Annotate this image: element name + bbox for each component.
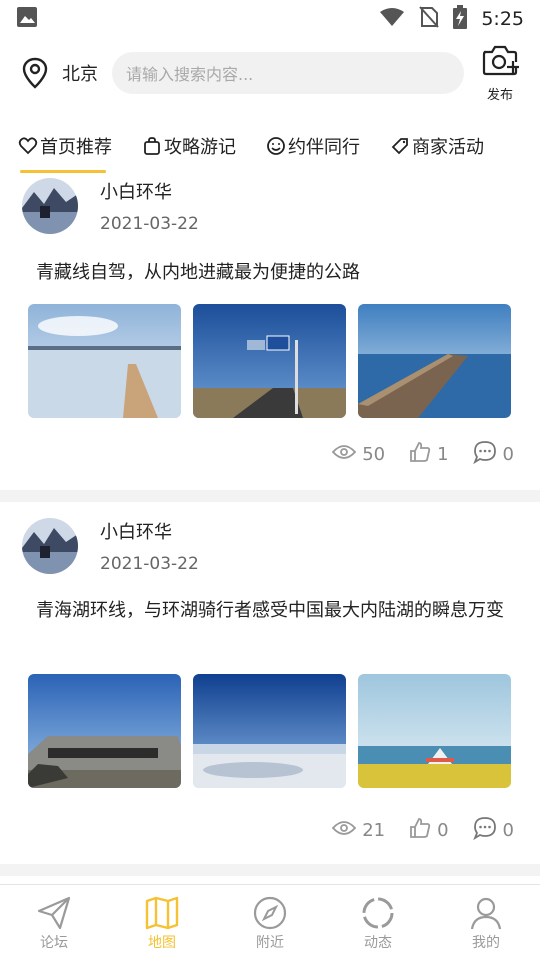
gallery-notification-icon: [16, 6, 38, 32]
post-image[interactable]: [28, 304, 181, 418]
heart-icon: [18, 136, 38, 156]
wifi-icon: [379, 7, 405, 31]
view-count-value: 50: [362, 444, 386, 465]
battery-charging-icon: [453, 5, 468, 33]
loading-ring-icon: [359, 894, 397, 932]
nav-activity[interactable]: 动态: [324, 885, 432, 960]
tab-guides[interactable]: 攻略游记: [142, 126, 236, 166]
post-feed: 小白环华 2021-03-22 青藏线自驾，从内地进藏最为便捷的公路 50 1 …: [0, 174, 540, 876]
smile-icon: [266, 136, 286, 156]
city-selector[interactable]: 北京: [62, 60, 98, 86]
comment-count-value: 0: [502, 820, 514, 841]
nav-mine[interactable]: 我的: [432, 885, 540, 960]
view-count: 50: [331, 444, 386, 465]
tag-icon: [390, 136, 410, 156]
post-separator: [0, 864, 540, 876]
like-button[interactable]: 1: [409, 441, 449, 468]
avatar[interactable]: [22, 518, 78, 574]
camera-add-icon: [480, 44, 520, 82]
bag-icon: [142, 136, 162, 156]
comment-button[interactable]: 0: [472, 816, 514, 845]
publish-label: 发布: [486, 87, 513, 103]
post-text[interactable]: 青藏线自驾，从内地进藏最为便捷的公路: [36, 258, 506, 288]
post-date: 2021-03-22: [100, 214, 199, 234]
status-bar: 5:25: [0, 0, 540, 38]
post-card[interactable]: 小白环华 2021-03-22 青海湖环线，与环湖骑行者感受中国最大内陆湖的瞬息…: [0, 502, 540, 864]
nav-forum[interactable]: 论坛: [0, 885, 108, 960]
active-tab-indicator: [20, 170, 106, 173]
post-text[interactable]: 青海湖环线，与环湖骑行者感受中国最大内陆湖的瞬息万变: [36, 596, 516, 626]
author-name[interactable]: 小白环华: [100, 518, 172, 544]
post-date: 2021-03-22: [100, 554, 199, 574]
header: 北京 请输入搜索内容... 发布: [0, 40, 540, 106]
nav-label: 地图: [148, 934, 176, 951]
nav-map[interactable]: 地图: [108, 885, 216, 960]
post-image[interactable]: [358, 674, 511, 788]
comment-button[interactable]: 0: [472, 440, 514, 469]
status-time: 5:25: [481, 8, 524, 30]
post-image[interactable]: [193, 674, 346, 788]
like-count-value: 0: [437, 820, 449, 841]
publish-button[interactable]: 发布: [478, 44, 522, 103]
tab-label: 攻略游记: [164, 137, 236, 158]
avatar[interactable]: [22, 178, 78, 234]
thumbs-up-icon: [409, 441, 431, 468]
map-icon: [143, 894, 181, 932]
search-placeholder: 请输入搜索内容...: [126, 65, 254, 84]
comment-bubble-icon: [472, 440, 497, 469]
search-input[interactable]: 请输入搜索内容...: [112, 52, 464, 94]
nav-nearby[interactable]: 附近: [216, 885, 324, 960]
view-count: 21: [331, 820, 386, 841]
like-count-value: 1: [437, 444, 449, 465]
tab-merchant-events[interactable]: 商家活动: [390, 126, 484, 166]
thumbs-up-icon: [409, 817, 431, 844]
no-sim-icon: [419, 6, 440, 32]
post-stats: 50 1 0: [331, 440, 514, 469]
nav-label: 附近: [256, 934, 284, 951]
paper-plane-icon: [35, 894, 73, 932]
post-stats: 21 0 0: [331, 816, 514, 845]
post-images: [28, 674, 511, 788]
post-image[interactable]: [193, 304, 346, 418]
tab-companions[interactable]: 约伴同行: [266, 126, 360, 166]
compass-icon: [251, 894, 289, 932]
bottom-nav: 论坛 地图 附近 动态 我的: [0, 884, 540, 960]
nav-label: 动态: [364, 934, 392, 951]
tab-home-recommend[interactable]: 首页推荐: [18, 126, 112, 166]
nav-label: 论坛: [40, 934, 68, 951]
post-image[interactable]: [28, 674, 181, 788]
category-tabs: 首页推荐 攻略游记 约伴同行 商家活动: [0, 118, 540, 174]
post-image[interactable]: [358, 304, 511, 418]
comment-bubble-icon: [472, 816, 497, 845]
post-images: [28, 304, 511, 418]
user-icon: [467, 894, 505, 932]
post-card[interactable]: 小白环华 2021-03-22 青藏线自驾，从内地进藏最为便捷的公路 50 1 …: [0, 174, 540, 490]
comment-count-value: 0: [502, 444, 514, 465]
eye-icon: [331, 444, 357, 465]
view-count-value: 21: [362, 820, 386, 841]
location-pin-icon[interactable]: [20, 56, 50, 90]
tab-label: 商家活动: [412, 137, 484, 158]
post-separator: [0, 490, 540, 502]
nav-label: 我的: [472, 934, 500, 951]
author-name[interactable]: 小白环华: [100, 178, 172, 204]
eye-icon: [331, 820, 357, 841]
tab-label: 首页推荐: [40, 137, 112, 158]
like-button[interactable]: 0: [409, 817, 449, 844]
tab-label: 约伴同行: [288, 137, 360, 158]
